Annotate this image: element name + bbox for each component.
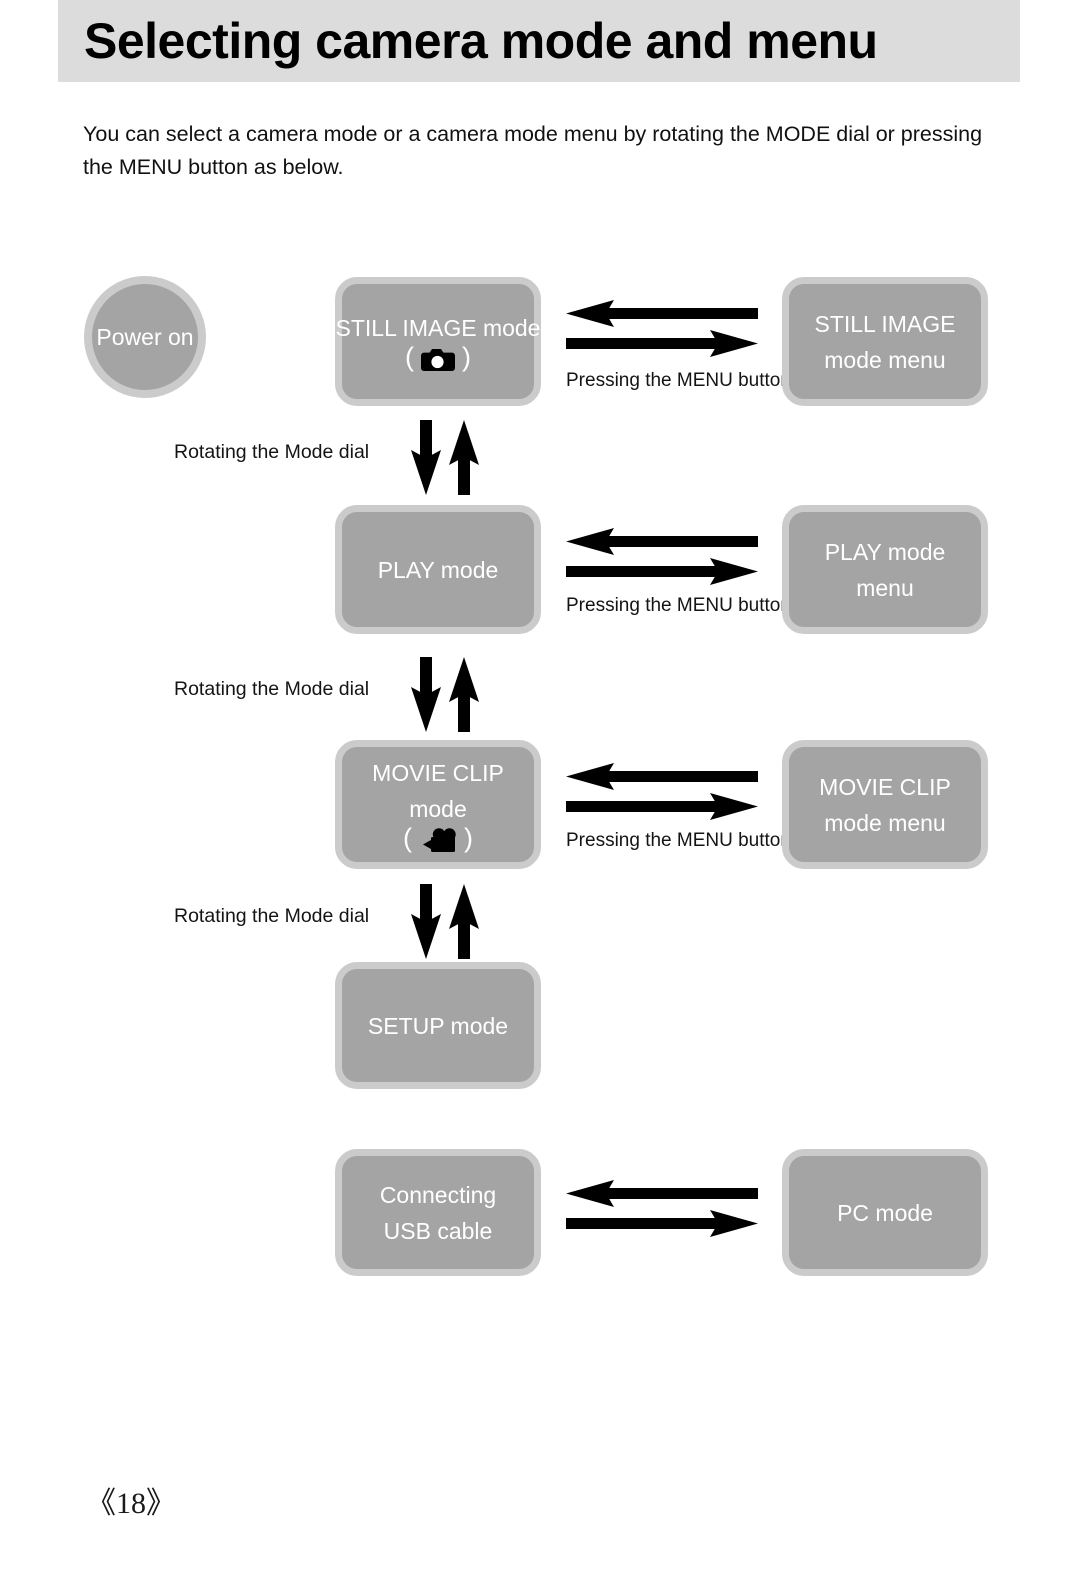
- arrow-down-1: [411, 420, 441, 495]
- paren-open: (: [405, 342, 414, 372]
- arrow-up-2: [449, 657, 479, 732]
- arrow-right-3: [566, 793, 758, 820]
- mode-dial-label-3: Rotating the Mode dial: [174, 905, 370, 927]
- arrow-left-4: [566, 1180, 758, 1207]
- movie-clip-menu-line-2: mode menu: [824, 809, 946, 836]
- mode-dial-arrows-3: [411, 884, 479, 964]
- movie-camera-icon: [423, 827, 456, 852]
- arrow-left-1: [566, 300, 758, 327]
- still-image-menu-line-2: mode menu: [824, 346, 946, 373]
- movie-clip-mode-box[interactable]: MOVIE CLIP mode ( ): [335, 740, 541, 869]
- movie-clip-mode-menu-box[interactable]: MOVIE CLIP mode menu: [782, 740, 988, 869]
- still-image-menu-line-1: STILL IMAGE: [814, 310, 956, 337]
- mode-dial-label-2: Rotating the Mode dial: [174, 678, 370, 700]
- play-menu-line-1: PLAY mode: [824, 538, 946, 565]
- play-mode-label: PLAY mode: [377, 556, 499, 583]
- arrow-right-2: [566, 558, 758, 585]
- menu-label-1: Pressing the MENU button: [566, 370, 791, 391]
- usb-line-1: Connecting: [379, 1181, 497, 1208]
- play-mode-menu-box[interactable]: PLAY mode menu: [782, 505, 988, 634]
- paren-close: ): [462, 342, 471, 372]
- play-menu-line-2: menu: [856, 574, 914, 601]
- movie-clip-line-2: mode: [409, 796, 467, 822]
- connecting-usb-cable-box[interactable]: Connecting USB cable: [335, 1149, 541, 1276]
- menu-label-3: Pressing the MENU button: [566, 830, 791, 851]
- play-mode-box[interactable]: PLAY mode: [335, 505, 541, 634]
- movie-clip-line-1: MOVIE CLIP: [372, 760, 504, 786]
- arrow-right-4: [566, 1210, 758, 1237]
- page-number: 《18》: [86, 1487, 176, 1520]
- still-image-mode-menu-box[interactable]: STILL IMAGE mode menu: [782, 277, 988, 406]
- setup-mode-label: SETUP mode: [367, 1012, 509, 1039]
- still-image-mode-box[interactable]: STILL IMAGE mode ( ): [335, 277, 541, 406]
- arrow-up-1: [449, 420, 479, 495]
- menu-arrow-pair-2: [566, 528, 758, 599]
- arrow-down-3: [411, 884, 441, 959]
- power-on-node: Power on: [84, 276, 206, 398]
- still-image-mode-label: STILL IMAGE mode: [335, 315, 541, 341]
- menu-arrow-pair-1: [566, 300, 758, 371]
- arrow-up-3: [449, 884, 479, 959]
- paren-close: ): [464, 823, 473, 853]
- paren-open: (: [403, 823, 412, 853]
- arrow-left-3: [566, 763, 758, 790]
- setup-mode-box[interactable]: SETUP mode: [335, 962, 541, 1089]
- pc-mode-label: PC mode: [837, 1199, 933, 1226]
- menu-label-2: Pressing the MENU button: [566, 595, 791, 616]
- mode-dial-label-1: Rotating the Mode dial: [174, 441, 370, 463]
- usb-arrow-pair: [566, 1180, 758, 1251]
- menu-arrow-pair-3: [566, 763, 758, 834]
- arrow-right-1: [566, 330, 758, 357]
- arrow-down-2: [411, 657, 441, 732]
- usb-line-2: USB cable: [383, 1217, 493, 1244]
- camera-icon: [421, 348, 455, 371]
- mode-dial-arrows-1: [411, 420, 479, 500]
- movie-clip-menu-line-1: MOVIE CLIP: [819, 773, 951, 800]
- arrow-left-2: [566, 528, 758, 555]
- mode-dial-arrows-2: [411, 657, 479, 737]
- document-page: Selecting camera mode and menu You can s…: [0, 0, 1080, 1577]
- camera-icon-row: ( ): [405, 342, 471, 373]
- mode-flow-diagram: Power on STILL IMAGE mode ( ) Pressing t…: [0, 0, 1080, 1577]
- pc-mode-box[interactable]: PC mode: [782, 1149, 988, 1276]
- movie-camera-icon-row: ( ): [403, 823, 473, 854]
- power-on-label: Power on: [96, 323, 194, 350]
